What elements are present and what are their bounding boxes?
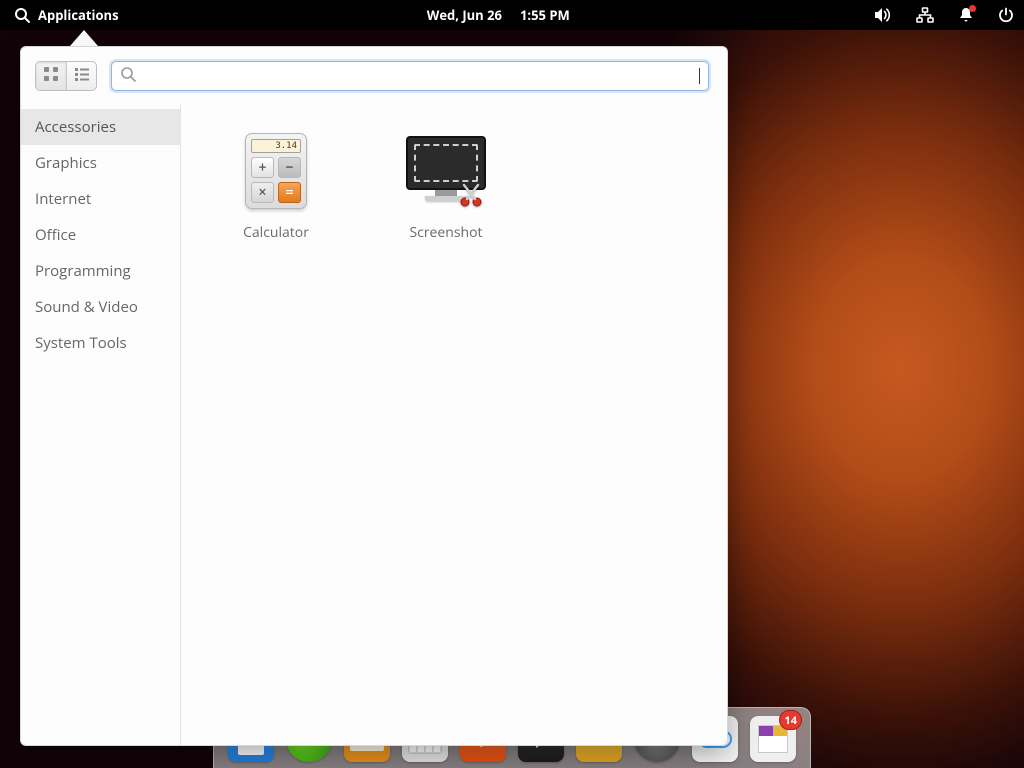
network-icon (916, 7, 934, 23)
network-indicator[interactable] (916, 7, 934, 23)
panel-time: 1:55 PM (520, 6, 570, 24)
notification-dot-icon (969, 5, 976, 12)
category-office[interactable]: Office (21, 217, 180, 253)
applications-label: Applications (38, 6, 119, 24)
clock[interactable]: Wed, Jun 26 1:55 PM (123, 6, 874, 24)
applications-menu: Accessories Graphics Internet Office Pro… (20, 46, 728, 746)
text-cursor-icon (699, 68, 700, 84)
category-sidebar: Accessories Graphics Internet Office Pro… (21, 105, 181, 745)
applications-button[interactable]: Applications (10, 6, 123, 24)
search-input[interactable] (144, 69, 689, 84)
view-list-button[interactable] (66, 62, 96, 90)
category-sound-video[interactable]: Sound & Video (21, 289, 180, 325)
shopping-bag-icon (758, 725, 788, 753)
panel-date: Wed, Jun 26 (427, 6, 502, 24)
view-grid-button[interactable] (36, 62, 66, 90)
grid-icon (43, 65, 59, 87)
search-icon (120, 65, 136, 87)
scissors-icon (458, 183, 484, 209)
notifications-indicator[interactable] (958, 7, 974, 23)
category-graphics[interactable]: Graphics (21, 145, 180, 181)
category-system-tools[interactable]: System Tools (21, 325, 180, 361)
category-accessories[interactable]: Accessories (21, 109, 180, 145)
list-icon (74, 65, 90, 87)
screenshot-icon (404, 129, 488, 213)
volume-indicator[interactable] (874, 7, 892, 23)
app-screenshot[interactable]: Screenshot (381, 123, 511, 248)
dock-appcenter[interactable]: 14 (750, 716, 796, 762)
power-icon (998, 7, 1014, 23)
calculator-display: 3.14 (251, 139, 301, 153)
session-indicator[interactable] (998, 7, 1014, 23)
speaker-icon (874, 7, 892, 23)
category-programming[interactable]: Programming (21, 253, 180, 289)
app-calculator[interactable]: 3.14 +− ×= Calculator (211, 123, 341, 248)
calculator-icon: 3.14 +− ×= (234, 129, 318, 213)
app-label: Calculator (243, 223, 309, 242)
menu-body: Accessories Graphics Internet Office Pro… (21, 105, 727, 745)
category-internet[interactable]: Internet (21, 181, 180, 217)
menu-header (21, 47, 727, 105)
menu-search[interactable] (111, 61, 709, 91)
app-label: Screenshot (409, 223, 482, 242)
top-panel: Applications Wed, Jun 26 1:55 PM (0, 0, 1024, 30)
menu-pointer-icon (70, 30, 98, 46)
update-badge: 14 (779, 710, 802, 730)
search-icon (14, 7, 30, 23)
applications-grid: 3.14 +− ×= Calculator (181, 105, 727, 745)
view-toggle (35, 61, 97, 91)
